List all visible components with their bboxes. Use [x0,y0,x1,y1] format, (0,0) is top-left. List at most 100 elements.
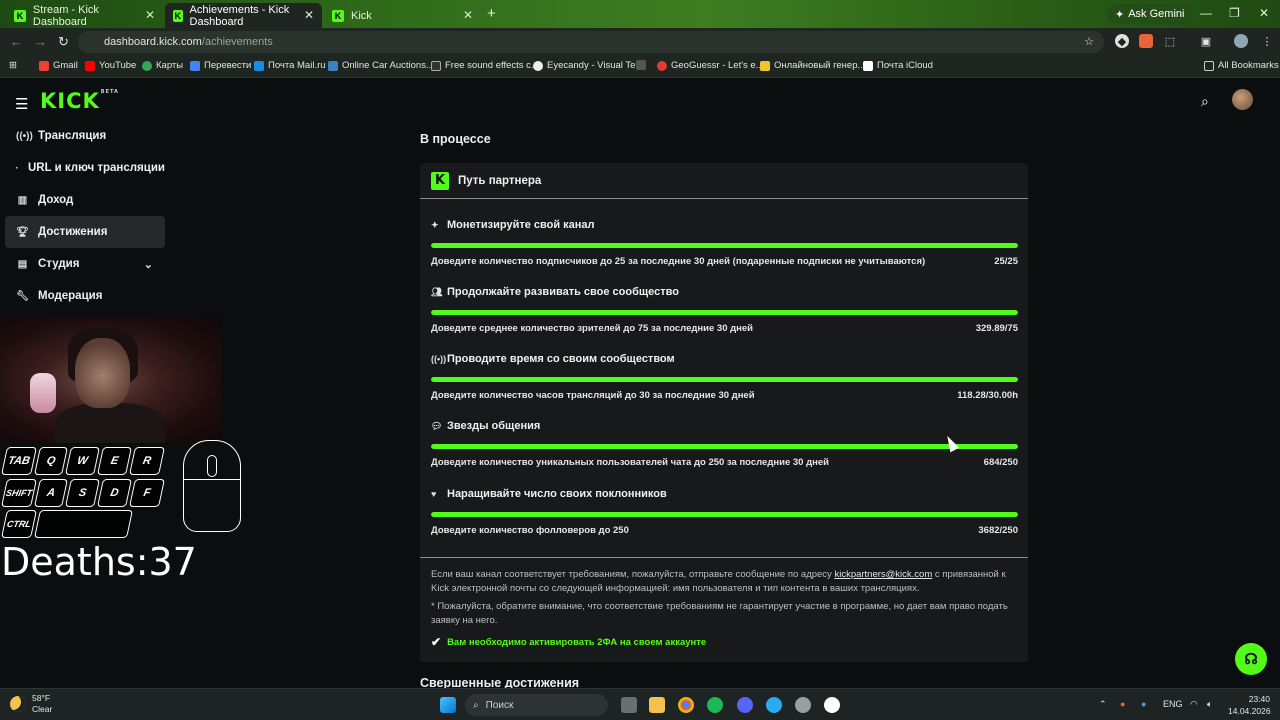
mouse-split [184,479,240,480]
requirement-title-text: Монетизируйте свой канал [447,219,595,231]
bookmark-gmail[interactable]: Gmail [39,60,78,71]
windows-start-icon[interactable] [440,697,456,713]
bookmark-eyecandy[interactable]: Eyecandy - Visual Te... [533,60,643,71]
bookmark-generator[interactable]: Онлайновый генер... [760,60,865,71]
bookmark-geoguessr[interactable]: GeoGuessr - Let's e... [657,60,764,71]
bookmark-car-auctions[interactable]: Online Car Auctions... [328,60,434,71]
close-tab-icon[interactable]: ✕ [304,8,314,22]
bookmark-label: Онлайновый генер... [774,60,866,71]
obs-icon[interactable] [795,697,811,713]
apply-instructions: Если ваш канал соответствует требованиям… [431,568,1021,595]
sidebar-item-achievements[interactable]: 🏆︎ Достижения [5,216,165,248]
forward-icon[interactable]: → [34,34,47,49]
key-s: S [65,479,100,507]
new-tab-button[interactable]: + [487,5,496,22]
microphone-tray-icon[interactable]: ● [1141,699,1146,709]
telegram-icon[interactable] [766,697,782,713]
sidepanel-icon[interactable]: ▣ [1199,34,1213,48]
bookmark-mailru[interactable]: Почта Mail.ru [254,60,326,71]
system-clock[interactable]: 23:40 14.04.2026 [1228,693,1271,717]
reload-icon[interactable]: ↻ [58,34,69,50]
bookmarks-bar: ⊞ Gmail YouTube Карты Перевести Почта Ma… [0,56,1280,78]
gmail-icon [39,60,49,71]
bookmark-star-icon[interactable]: ☆ [1082,34,1096,48]
search-icon[interactable]: ⌕ [1201,93,1209,110]
close-window-icon[interactable]: ✕ [1259,6,1269,20]
taskbar-search[interactable]: ⌕ Поиск [465,694,608,716]
weather-condition: Clear [32,704,53,714]
discord-icon[interactable] [737,697,753,713]
sidebar-item-studio[interactable]: ▤ Студия ⌄ [5,248,165,280]
extension-icon[interactable] [1139,34,1153,48]
requirement-title: 💬︎ Звезды общения [431,420,1018,432]
bookmark-translate[interactable]: Перевести [190,60,251,71]
check-icon: ✔ [431,635,442,649]
sidebar-item-revenue[interactable]: ▥ Доход [5,184,165,216]
bookmark-maps[interactable]: Карты [142,60,183,71]
bookmark-youtube[interactable]: YouTube [85,60,136,71]
url-bar[interactable]: dashboard.kick.com/achievements [78,31,1104,53]
chevron-down-icon: ⌄ [143,258,153,271]
broadcast-icon: ((•)) [431,354,447,364]
kick-logo[interactable]: KICKBETA [40,89,119,113]
shield-extension-icon[interactable]: ◆ [1115,34,1129,48]
webcam-face [75,338,130,408]
extensions-puzzle-icon[interactable]: ⬚ [1163,34,1177,48]
bookmark-label: GeoGuessr - Let's e... [671,60,764,71]
key-tab: TAB [1,447,37,475]
partners-email-link[interactable]: kickpartners@kick.com [834,569,932,580]
tray-chevron-icon[interactable]: ⌃ [1099,699,1107,710]
bookmark-icloud[interactable]: Почта iCloud [863,60,933,71]
wrench-icon: 🔧︎ [16,290,29,302]
tab-achievements[interactable]: K Achievements - Kick Dashboard ✕ [165,3,322,28]
sidebar-item-moderation[interactable]: 🔧︎ Модерация [5,280,165,312]
restore-icon[interactable]: ❐ [1229,6,1240,20]
avatar[interactable] [1232,89,1253,110]
twofa-note-text: Вам необходимо активировать 2ФА на своем… [447,636,707,648]
close-tab-icon[interactable]: ✕ [145,8,155,22]
sidebar-item-stream-key[interactable]: · URL и ключ трансляции [5,152,165,184]
requirement-value: 684/250 [983,457,1018,468]
sidebar-item-stream[interactable]: ((•)) Трансляция [5,120,165,152]
requirement-desc: Доведите количество часов трансляций до … [431,390,755,401]
apply-text-1: Если ваш канал соответствует требованиям… [431,569,832,580]
heart-icon: ♥ [431,489,437,499]
bookmark-sound-effects[interactable]: Free sound effects c... [431,60,539,71]
file-explorer-icon[interactable] [649,697,665,713]
task-view-icon[interactable] [621,697,637,713]
tray-app-icon[interactable]: ● [1120,699,1125,709]
requirement-desc: Доведите среднее количество зрителей до … [431,323,754,334]
all-bookmarks[interactable]: All Bookmarks [1204,60,1279,71]
close-tab-icon[interactable]: ✕ [463,8,473,22]
requirement-desc: Доведите количество фолловеров до 250 [431,525,629,536]
search-icon: ⌕ [473,699,479,711]
chat-icon: 💬︎ [431,420,443,431]
profile-icon[interactable] [1234,34,1248,48]
tab-stream[interactable]: K Stream - Kick Dashboard ✕ [6,3,163,28]
users-icon: 👥︎ [431,286,443,297]
tab-kick[interactable]: K Kick ✕ [324,3,481,28]
back-icon[interactable]: ← [10,34,23,49]
weather-temp: 58°F [32,693,51,703]
webcam-overlay [0,318,222,443]
maps-icon [142,60,152,71]
sound-icon [431,60,441,71]
hamburger-menu-icon[interactable]: ☰ [15,95,28,113]
spotify-icon[interactable] [707,697,723,713]
progress-fill [431,243,1018,248]
chrome-icon[interactable] [678,697,694,713]
wifi-icon[interactable]: ◠ [1190,699,1198,710]
volume-icon[interactable]: 🔈︎ [1207,699,1212,710]
moon-icon [10,696,26,712]
app-icon[interactable] [824,697,840,713]
apps-grid-icon[interactable]: ⊞ [9,60,17,71]
menu-dots-icon[interactable]: ⋮ [1260,34,1274,48]
support-chat-button[interactable]: ☊ [1235,643,1267,675]
sidebar-item-label: URL и ключ трансляции [28,162,165,174]
bookmark-placeholder[interactable] [636,60,646,70]
minimize-icon[interactable]: — [1200,6,1212,20]
mouse-wheel [207,455,217,477]
language-indicator[interactable]: ENG [1163,699,1183,709]
weather-widget[interactable]: 58°F Clear [10,693,52,715]
ask-gemini-button[interactable]: ✦ Ask Gemini [1107,4,1193,24]
